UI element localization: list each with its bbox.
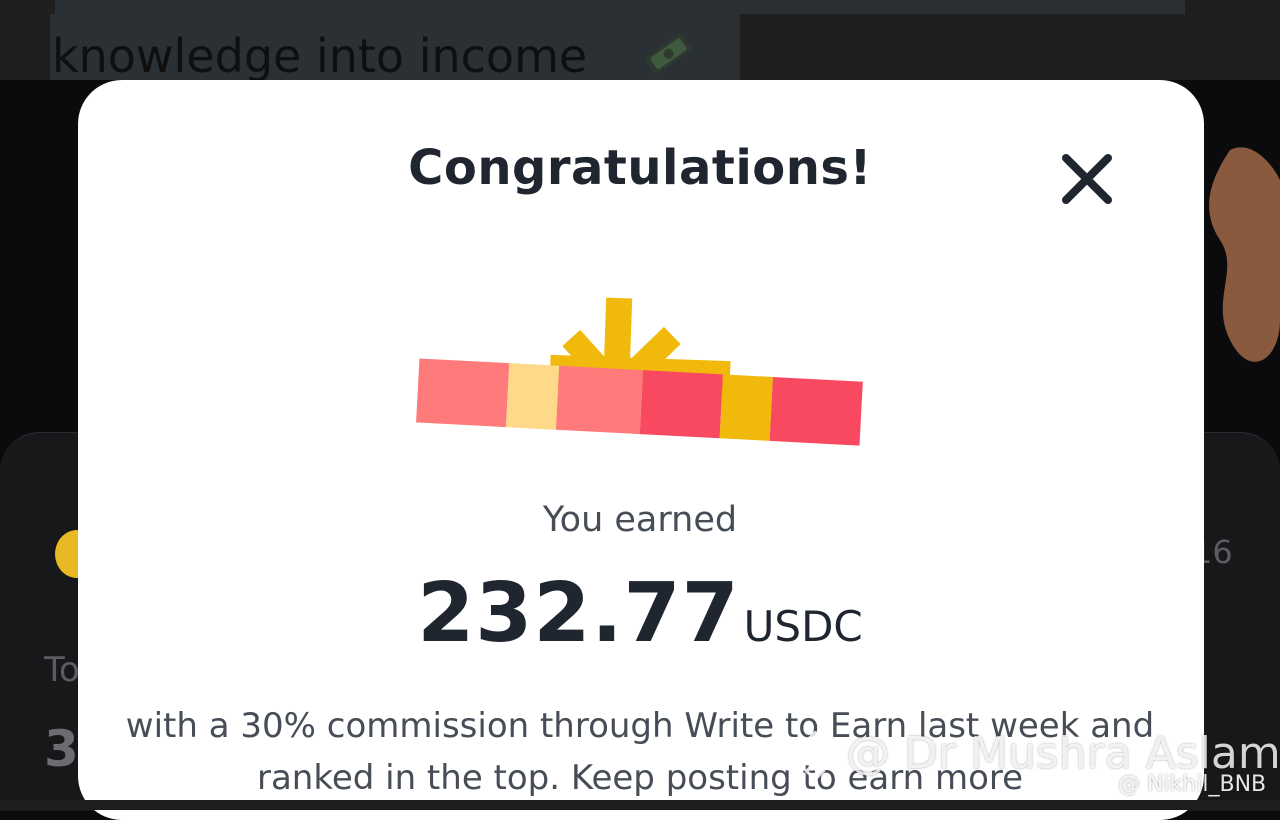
amount-currency: USDC — [743, 602, 863, 651]
watermark-sub: @ Nikhil_BNB — [1090, 772, 1266, 797]
earned-label: You earned — [542, 500, 738, 540]
watermark-sub-text: @ Nikhil_BNB — [1118, 772, 1267, 797]
binance-logo-icon — [790, 731, 840, 781]
gift-box-icon — [416, 297, 863, 446]
top-banner-strip — [55, 0, 1185, 14]
amount-value: 232.77 — [417, 566, 740, 661]
money-bag-icon — [645, 34, 692, 74]
earned-amount: 232.77USDC — [0, 566, 1280, 661]
binance-logo-icon — [1090, 773, 1114, 797]
post-headline: knowledge into income — [52, 29, 588, 83]
bottom-edge — [0, 800, 1280, 810]
background-value: 3 — [44, 720, 79, 778]
close-icon[interactable] — [1058, 150, 1116, 208]
